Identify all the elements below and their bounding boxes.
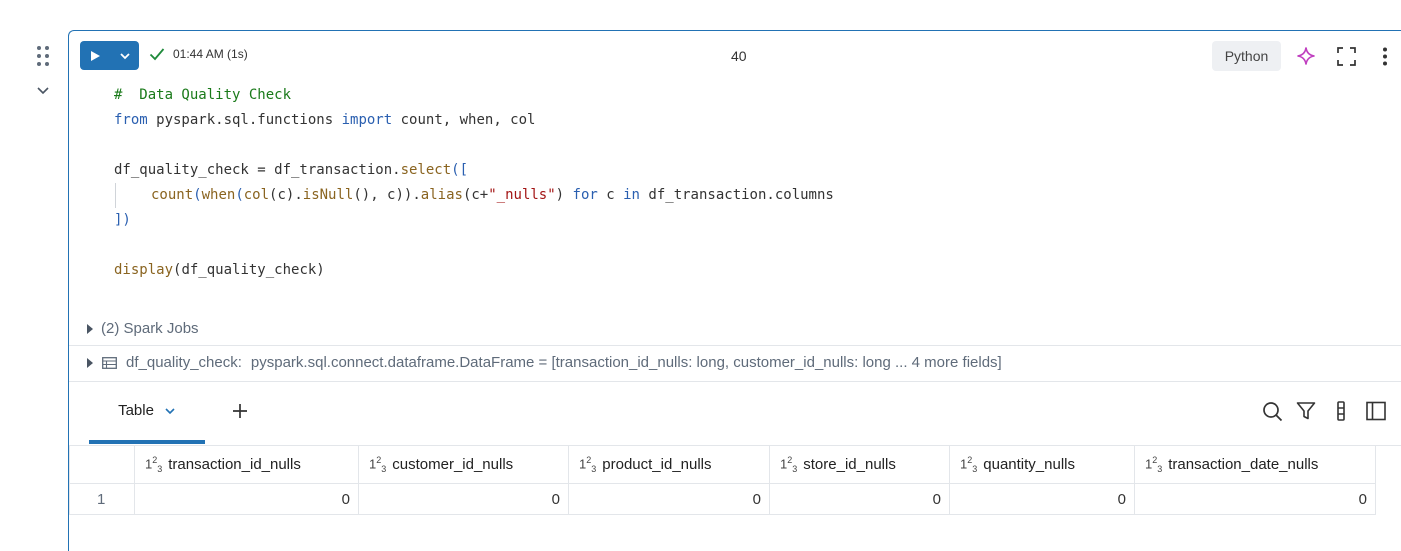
code-token: (c+ [462, 187, 489, 203]
code-token: isNull [302, 187, 354, 203]
sidebar-panel-icon[interactable] [1366, 401, 1386, 421]
code-token: in [623, 187, 640, 203]
tab-table[interactable]: Table [89, 381, 205, 444]
play-icon [91, 50, 100, 61]
column-header[interactable]: 123 store_id_nulls [769, 445, 950, 484]
run-status: 01:44 AM (1s) [149, 47, 248, 61]
language-selector[interactable]: Python [1212, 41, 1281, 71]
code-token: when [201, 187, 236, 203]
column-header[interactable]: 123 transaction_id_nulls [134, 445, 359, 484]
code-token: ]) [114, 212, 131, 228]
integer-type-icon: 123 [780, 455, 798, 474]
sparkle-icon[interactable] [1296, 46, 1316, 66]
run-button-group [80, 41, 139, 70]
caret-right-icon[interactable] [87, 357, 93, 368]
table-cell[interactable]: 0 [1134, 483, 1376, 515]
code-token: display [114, 262, 174, 278]
code-line: ]) [114, 208, 834, 233]
table-row: 1 0 0 0 0 0 0 [69, 483, 1376, 515]
dataframe-schema-row: df_quality_check: pyspark.sql.connect.da… [69, 345, 1401, 382]
cell-gutter [0, 0, 68, 542]
chevron-down-icon [119, 52, 130, 59]
code-token: (), c)). [353, 187, 421, 203]
code-token: c [597, 187, 624, 203]
table-header-row: 123 transaction_id_nulls 123 customer_id_n… [69, 445, 1376, 484]
kebab-menu-icon[interactable] [1381, 47, 1389, 66]
code-editor[interactable]: # Data Quality Check from pyspark.sql.fun… [114, 83, 834, 283]
code-token: ) [555, 187, 573, 203]
table-cell[interactable]: 0 [358, 483, 569, 515]
spark-jobs-label: (2) Spark Jobs [101, 320, 199, 337]
code-token: (c). [269, 187, 303, 203]
code-token: (df_quality_check) [173, 262, 325, 278]
table-cell[interactable]: 0 [134, 483, 359, 515]
code-token: count, when, col [392, 112, 536, 128]
code-token: ([ [451, 162, 469, 178]
run-status-time: 01:44 AM (1s) [173, 47, 248, 61]
integer-type-icon: 123 [579, 455, 597, 474]
code-token: df_quality_check = df_transaction. [114, 162, 401, 178]
results-table: 123 transaction_id_nulls 123 customer_id_n… [69, 445, 1376, 515]
table-cell[interactable]: 0 [949, 483, 1135, 515]
code-token: pyspark.sql.functions [147, 112, 342, 128]
column-header[interactable]: 123 transaction_date_nulls [1134, 445, 1376, 484]
row-index: 1 [69, 483, 135, 515]
run-cell-button[interactable] [80, 41, 110, 70]
cell-number: 40 [731, 48, 747, 64]
chevron-down-icon[interactable] [164, 405, 176, 417]
column-header[interactable]: 123 product_id_nulls [568, 445, 770, 484]
code-token: # Data Quality Check [114, 87, 292, 103]
plus-icon[interactable] [229, 400, 251, 422]
code-token: select [400, 162, 452, 178]
check-icon [149, 48, 165, 61]
results-tabs: Table [69, 381, 1401, 446]
code-token: from [114, 112, 148, 128]
filter-icon[interactable] [1296, 401, 1316, 421]
integer-type-icon: 123 [369, 455, 387, 474]
code-line: df_quality_check = df_transaction.select… [114, 158, 834, 183]
indent-guide [115, 183, 151, 208]
table-cell[interactable]: 0 [769, 483, 950, 515]
code-line: count(when(col(c).isNull(), c)).alias(c+… [114, 183, 834, 208]
code-token: for [572, 187, 598, 203]
code-token: ( [193, 187, 202, 203]
drag-handle-icon[interactable] [35, 45, 51, 67]
code-token: col [243, 187, 270, 203]
integer-type-icon: 123 [960, 455, 978, 474]
column-header[interactable]: 123 customer_id_nulls [358, 445, 569, 484]
code-token: alias [420, 187, 463, 203]
code-token: import [341, 112, 393, 128]
table-cell[interactable]: 0 [568, 483, 770, 515]
spark-jobs-toggle[interactable]: (2) Spark Jobs [87, 320, 199, 337]
integer-type-icon: 123 [145, 455, 163, 474]
dataframe-name: df_quality_check: [126, 354, 242, 371]
code-line: from pyspark.sql.functions import count,… [114, 108, 834, 133]
search-icon[interactable] [1262, 401, 1283, 422]
run-options-dropdown[interactable] [110, 41, 139, 70]
row-index-header [69, 445, 135, 484]
dataframe-type: pyspark.sql.connect.dataframe.DataFrame … [250, 354, 1002, 371]
tab-table-label: Table [118, 402, 154, 419]
code-line: # Data Quality Check [114, 83, 834, 108]
code-token: ( [235, 187, 244, 203]
code-token: "_nulls" [488, 187, 556, 203]
dataframe-icon [102, 356, 117, 369]
code-token: df_transaction.columns [639, 187, 834, 203]
expand-icon[interactable] [1337, 47, 1356, 66]
caret-right-icon [87, 323, 93, 334]
code-token: count [151, 187, 194, 203]
column-visibility-icon[interactable] [1337, 401, 1345, 421]
integer-type-icon: 123 [1145, 455, 1163, 474]
chevron-down-icon[interactable] [36, 84, 50, 98]
notebook-cell: 01:44 AM (1s) 40 Python # Data Quality C… [68, 30, 1401, 551]
column-header[interactable]: 123 quantity_nulls [949, 445, 1135, 484]
code-line: display(df_quality_check) [114, 258, 834, 283]
